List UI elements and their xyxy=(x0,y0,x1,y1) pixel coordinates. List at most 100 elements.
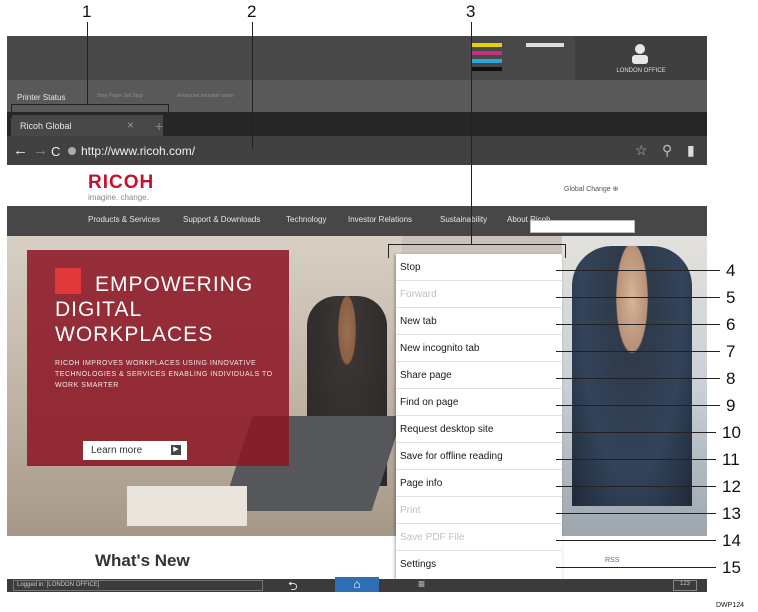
user-icon xyxy=(632,44,648,64)
global-change-link[interactable]: Global Change ⊕ xyxy=(564,185,619,193)
callout-10: 10 xyxy=(722,423,741,442)
toner-cyan xyxy=(472,59,502,63)
menu-item-page-info[interactable]: Page info xyxy=(396,470,562,497)
callout-7: 7 xyxy=(726,342,736,361)
callout-line-15 xyxy=(556,567,716,568)
bottom-system-bar: Logged in: [LONDON OFFICE] ⮌ ⌂ ≡ 123 xyxy=(7,577,707,592)
learn-more-label: Learn more xyxy=(91,445,143,456)
logo-tagline: imagine. change. xyxy=(88,193,149,202)
hero-headline-line: EMPOWERING xyxy=(95,273,254,296)
toner-levels xyxy=(466,41,568,75)
url-field[interactable]: http://www.ricoh.com/ xyxy=(81,144,195,158)
star-icon[interactable]: ☆ xyxy=(635,142,648,159)
home-icon[interactable]: ⌂ xyxy=(335,577,379,592)
keyboard-icon[interactable]: 123 xyxy=(673,580,697,591)
search-icon[interactable]: ⚲ xyxy=(662,142,672,159)
callout-line-14 xyxy=(556,540,716,541)
printer-panel-screen: LONDON OFFICE Printer Status Stop Paper … xyxy=(7,36,707,592)
nav-support[interactable]: Support & Downloads xyxy=(183,215,260,224)
menu-item-find-on-page[interactable]: Find on page xyxy=(396,389,562,416)
callout-line-3-right xyxy=(565,244,566,258)
toner-waste xyxy=(526,43,564,47)
learn-more-button[interactable]: Learn more ▶ xyxy=(83,441,187,460)
hero-person-right xyxy=(572,246,692,506)
new-tab-icon[interactable]: + xyxy=(155,118,163,134)
menu-item-settings[interactable]: Settings xyxy=(396,551,562,578)
callout-line-1 xyxy=(87,22,88,104)
nav-sustainability[interactable]: Sustainability xyxy=(440,215,487,224)
template-tab[interactable]: Advanced template name xyxy=(171,88,240,108)
callout-line-3-bracket xyxy=(388,244,566,245)
menu-item-request-desktop-site[interactable]: Request desktop site xyxy=(396,416,562,443)
callout-8: 8 xyxy=(726,369,736,388)
callout-4: 4 xyxy=(726,261,736,280)
hero-message-panel: EMPOWERING DIGITAL WORKPLACES RICOH IMPR… xyxy=(27,250,289,466)
menu-item-save-pdf[interactable]: Save PDF File xyxy=(396,524,562,551)
bookmark-icon[interactable]: ▮ xyxy=(687,142,695,159)
callout-line-11 xyxy=(556,459,716,460)
site-search-box[interactable] xyxy=(530,220,635,233)
top-status-bar: LONDON OFFICE xyxy=(7,36,707,80)
callout-line-3-left xyxy=(388,244,389,258)
ricoh-logo[interactable]: RICOH xyxy=(88,172,154,194)
menu-item-stop[interactable]: Stop xyxy=(396,254,562,281)
back-arrow-icon[interactable]: ← xyxy=(13,142,28,159)
callout-line-13 xyxy=(556,513,716,514)
callout-2: 2 xyxy=(247,2,257,21)
menu-item-share-page[interactable]: Share page xyxy=(396,362,562,389)
close-icon[interactable]: × xyxy=(127,118,134,132)
callout-14: 14 xyxy=(722,531,741,550)
callout-5: 5 xyxy=(726,288,736,307)
web-page: RICOH imagine. change. Global Change ⊕ P… xyxy=(7,165,707,579)
callout-line-4 xyxy=(556,270,720,271)
figure-code: DWP124 xyxy=(716,602,745,609)
user-login-area[interactable]: LONDON OFFICE xyxy=(575,36,707,80)
hero-printer xyxy=(127,486,247,526)
callout-11: 11 xyxy=(722,450,740,469)
stop-paper-tab[interactable]: Stop Paper Set Stop xyxy=(91,88,149,108)
tab-title: Ricoh Global xyxy=(20,121,72,131)
menu-item-forward[interactable]: Forward xyxy=(396,281,562,308)
menu-item-new-tab[interactable]: New tab xyxy=(396,308,562,335)
callout-3: 3 xyxy=(466,2,476,21)
menu-item-new-incognito-tab[interactable]: New incognito tab xyxy=(396,335,562,362)
callout-line-9 xyxy=(556,405,720,406)
toner-black xyxy=(472,67,502,71)
nav-investor[interactable]: Investor Relations xyxy=(348,215,412,224)
callout-line-3 xyxy=(471,22,472,244)
site-info-icon[interactable] xyxy=(68,147,76,155)
callout-line-1-right xyxy=(168,104,169,118)
callout-9: 9 xyxy=(726,396,736,415)
address-bar-row: ← → C http://www.ricoh.com/ ☆ ⚲ ▮ xyxy=(7,136,707,165)
hero-subtext: RICOH IMPROVES WORKPLACES USING INNOVATI… xyxy=(55,360,273,389)
rss-link[interactable]: RSS xyxy=(605,557,619,564)
callout-6: 6 xyxy=(726,315,736,334)
play-arrow-icon: ▶ xyxy=(171,445,181,455)
reload-icon[interactable]: C xyxy=(51,144,60,159)
browser-overflow-menu: Stop Forward New tab New incognito tab S… xyxy=(396,254,562,581)
callout-15: 15 xyxy=(722,558,741,577)
forward-arrow-icon[interactable]: → xyxy=(33,142,48,159)
callout-12: 12 xyxy=(722,477,741,496)
callout-line-1-left xyxy=(11,104,12,118)
hero-banner: EMPOWERING DIGITAL WORKPLACES RICOH IMPR… xyxy=(7,236,707,536)
browser-tab[interactable]: Ricoh Global × + xyxy=(11,115,163,136)
hamburger-menu-icon[interactable]: ≡ xyxy=(418,577,425,591)
printer-status-tab[interactable]: Printer Status xyxy=(11,88,71,108)
callout-line-1-bracket xyxy=(11,104,169,105)
callout-1: 1 xyxy=(82,2,92,21)
callout-line-5 xyxy=(556,297,720,298)
callout-line-8 xyxy=(556,378,720,379)
menu-item-save-offline[interactable]: Save for offline reading xyxy=(396,443,562,470)
hero-headline: EMPOWERING DIGITAL WORKPLACES xyxy=(55,272,285,347)
toner-yellow xyxy=(472,43,502,47)
nav-technology[interactable]: Technology xyxy=(286,215,326,224)
hero-headline-line: WORKPLACES xyxy=(55,323,214,346)
system-back-icon[interactable]: ⮌ xyxy=(288,577,298,592)
menu-item-print[interactable]: Print xyxy=(396,497,562,524)
browser-tab-row: Ricoh Global × + xyxy=(7,112,707,136)
callout-line-10 xyxy=(556,432,716,433)
user-label: LONDON OFFICE xyxy=(616,68,666,74)
hero-headline-line: DIGITAL xyxy=(55,298,143,321)
nav-products[interactable]: Products & Services xyxy=(88,215,160,224)
